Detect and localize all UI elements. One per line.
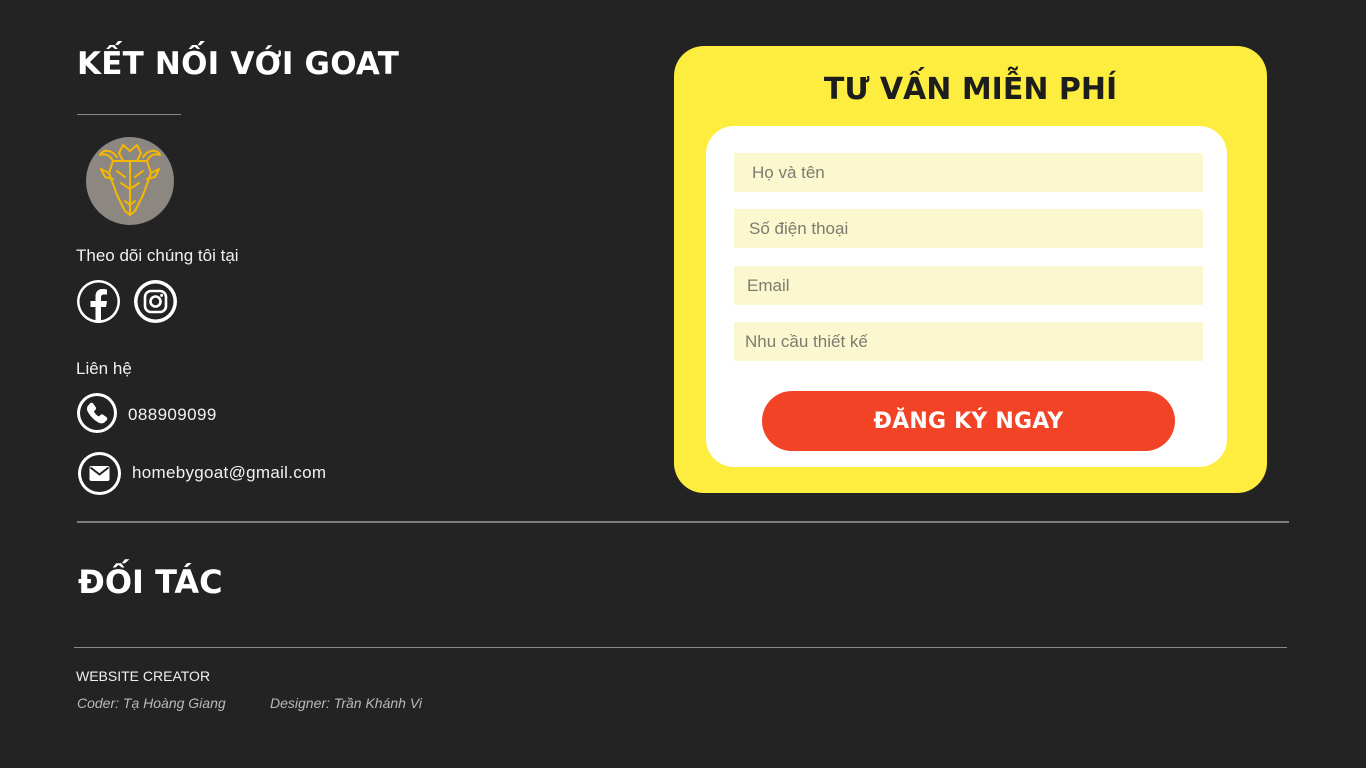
phone-number[interactable]: 088909099 — [128, 405, 217, 425]
mail-icon — [78, 452, 121, 495]
form-panel: ĐĂNG KÝ NGAY — [706, 126, 1227, 467]
contact-label: Liên hệ — [76, 359, 132, 378]
phone-input[interactable] — [734, 209, 1203, 248]
design-need-input[interactable] — [734, 322, 1203, 361]
designer-credit: Designer: Trần Khánh Vi — [270, 695, 423, 711]
goat-head-icon — [99, 144, 161, 216]
email-input[interactable] — [734, 266, 1203, 305]
goat-logo — [86, 137, 174, 225]
title-divider — [77, 114, 181, 115]
phone-icon — [77, 393, 117, 433]
coder-credit: Coder: Tạ Hoàng Giang — [77, 695, 226, 711]
connect-title: KẾT NỐI VỚI GOAT — [77, 46, 400, 82]
instagram-icon — [137, 283, 174, 320]
form-title: TƯ VẤN MIỄN PHÍ — [823, 72, 1118, 107]
section-divider — [77, 521, 1289, 523]
facebook-icon — [79, 282, 118, 323]
facebook-link[interactable] — [77, 280, 120, 323]
name-input[interactable] — [734, 153, 1203, 192]
partners-title: ĐỐI TÁC — [78, 563, 223, 601]
instagram-link[interactable] — [134, 280, 177, 323]
footer-divider — [74, 647, 1287, 648]
follow-us-label: Theo dõi chúng tôi tại — [76, 246, 239, 265]
consultation-card: TƯ VẤN MIỄN PHÍ ĐĂNG KÝ NGAY — [674, 46, 1267, 493]
website-creator-label: WEBSITE CREATOR — [76, 668, 211, 684]
register-button[interactable]: ĐĂNG KÝ NGAY — [762, 391, 1175, 451]
email-address[interactable]: homebygoat@gmail.com — [132, 463, 326, 483]
